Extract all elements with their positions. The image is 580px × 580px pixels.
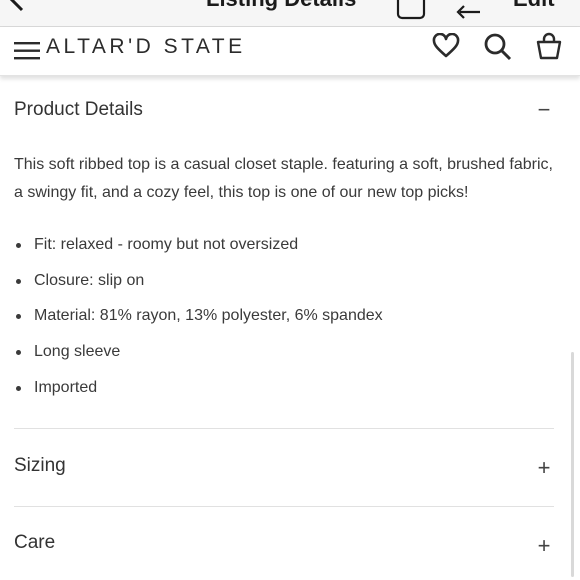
sizing-header[interactable]: Sizing — [14, 455, 66, 477]
shopping-bag-icon[interactable] — [535, 32, 563, 65]
scrollbar[interactable] — [571, 352, 574, 577]
list-item: Long sleeve — [14, 338, 383, 374]
bullet-icon — [16, 350, 21, 356]
search-icon[interactable] — [483, 32, 513, 67]
list-item: Material: 81% rayon, 13% polyester, 6% s… — [14, 302, 383, 338]
page-title: Listing Details — [206, 0, 356, 12]
feature-text: Closure: slip on — [34, 271, 145, 289]
feature-text: Fit: relaxed - roomy but not oversized — [34, 236, 299, 253]
product-features-list: Fit: relaxed - roomy but not oversized C… — [14, 231, 383, 409]
feature-text: Imported — [34, 378, 98, 396]
hamburger-menu-icon[interactable] — [14, 41, 40, 66]
heart-icon[interactable] — [432, 32, 460, 64]
list-item: Fit: relaxed - roomy but not oversized — [14, 231, 383, 267]
expand-icon[interactable]: + — [534, 457, 554, 479]
feature-text: Material: 81% rayon, 13% polyester, 6% s… — [34, 307, 383, 325]
product-description: This soft ribbed top is a casual closet … — [14, 156, 553, 201]
bullet-icon — [16, 278, 21, 284]
divider — [14, 506, 554, 507]
list-item: Closure: slip on — [14, 267, 383, 303]
bullet-icon — [16, 314, 21, 320]
product-details-header[interactable]: Product Details — [14, 99, 143, 121]
back-chevron-icon[interactable] — [8, 0, 28, 17]
top-navigation-bar: Listing Details Edit — [0, 0, 580, 27]
collapse-icon[interactable]: − — [534, 99, 554, 121]
bullet-icon — [16, 243, 21, 248]
bullet-icon — [16, 385, 21, 391]
care-header[interactable]: Care — [14, 532, 55, 554]
edit-button[interactable]: Edit — [513, 0, 555, 12]
store-header: ALTAR'D STATE — [0, 27, 580, 76]
return-arrow-icon[interactable] — [456, 0, 486, 25]
share-icon[interactable] — [396, 0, 426, 25]
divider — [14, 428, 554, 429]
expand-icon[interactable]: + — [534, 535, 554, 557]
feature-text: Long sleeve — [34, 343, 121, 361]
brand-logo[interactable]: ALTAR'D STATE — [46, 35, 246, 59]
list-item: Imported — [14, 374, 383, 410]
